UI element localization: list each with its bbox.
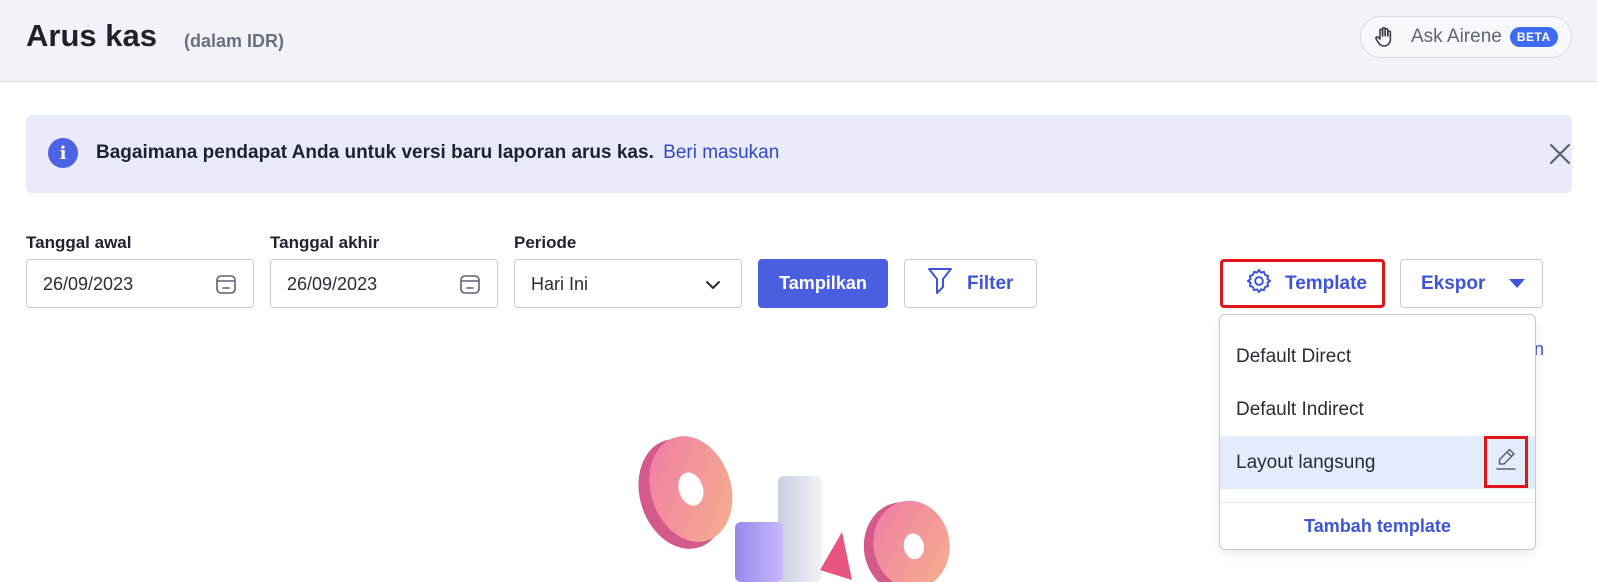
add-template-button[interactable]: Tambah template (1220, 503, 1535, 549)
template-option-layout-langsung[interactable]: Layout langsung (1220, 436, 1535, 489)
period-value: Hari Ini (531, 274, 589, 294)
template-option-label: Default Indirect (1236, 398, 1364, 420)
page-header: Arus kas (dalam IDR) Ask Airene BETA (0, 0, 1597, 82)
pencil-icon (1494, 446, 1518, 478)
feedback-banner: i Bagaimana pendapat Anda untuk versi ba… (26, 115, 1572, 193)
start-date-value: 26/09/2023 (43, 274, 134, 294)
template-menu: Default Direct Default Indirect Layout l… (1219, 314, 1536, 550)
calendar-icon[interactable] (214, 272, 238, 296)
chevron-down-icon (703, 275, 723, 295)
template-option-default-indirect[interactable]: Default Indirect (1220, 383, 1535, 436)
export-button[interactable]: Ekspor (1400, 259, 1543, 308)
ask-airene-button[interactable]: Ask Airene BETA (1360, 16, 1572, 58)
filter-button[interactable]: Filter (904, 259, 1037, 308)
close-icon[interactable] (1546, 140, 1574, 168)
start-date-label: Tanggal awal (26, 233, 132, 252)
gear-icon (1245, 267, 1273, 301)
caret-down-icon (1509, 279, 1526, 288)
info-icon: i (48, 138, 78, 168)
template-option-label: Layout langsung (1236, 451, 1376, 473)
page-title: Arus kas (26, 18, 157, 53)
end-date-input[interactable]: 26/09/2023 (270, 259, 498, 308)
period-select[interactable]: Hari Ini (514, 259, 742, 308)
filter-button-label: Filter (967, 272, 1014, 294)
template-option-default-direct[interactable]: Default Direct (1220, 330, 1535, 383)
banner-message: Bagaimana pendapat Anda untuk versi baru… (96, 142, 779, 164)
edit-template-button[interactable] (1484, 436, 1528, 488)
banner-text: Bagaimana pendapat Anda untuk versi baru… (96, 142, 654, 163)
beta-badge: BETA (1509, 27, 1558, 47)
ask-airene-label: Ask Airene (1411, 26, 1502, 47)
export-button-label: Ekspor (1421, 272, 1486, 294)
show-button[interactable]: Tampilkan (758, 259, 888, 308)
template-button-label: Template (1285, 272, 1368, 294)
currency-note: (dalam IDR) (184, 31, 285, 51)
end-date-value: 26/09/2023 (287, 274, 378, 294)
period-label: Periode (514, 233, 577, 252)
start-date-input[interactable]: 26/09/2023 (26, 259, 254, 308)
template-button[interactable]: Template (1220, 259, 1385, 308)
feedback-link[interactable]: Beri masukan (663, 142, 779, 163)
end-date-label: Tanggal akhir (270, 233, 380, 252)
template-option-label: Default Direct (1236, 345, 1352, 367)
hand-icon (1371, 24, 1397, 50)
calendar-icon[interactable] (458, 272, 482, 296)
filter-icon (927, 266, 953, 302)
empty-state-illustration (620, 430, 960, 582)
